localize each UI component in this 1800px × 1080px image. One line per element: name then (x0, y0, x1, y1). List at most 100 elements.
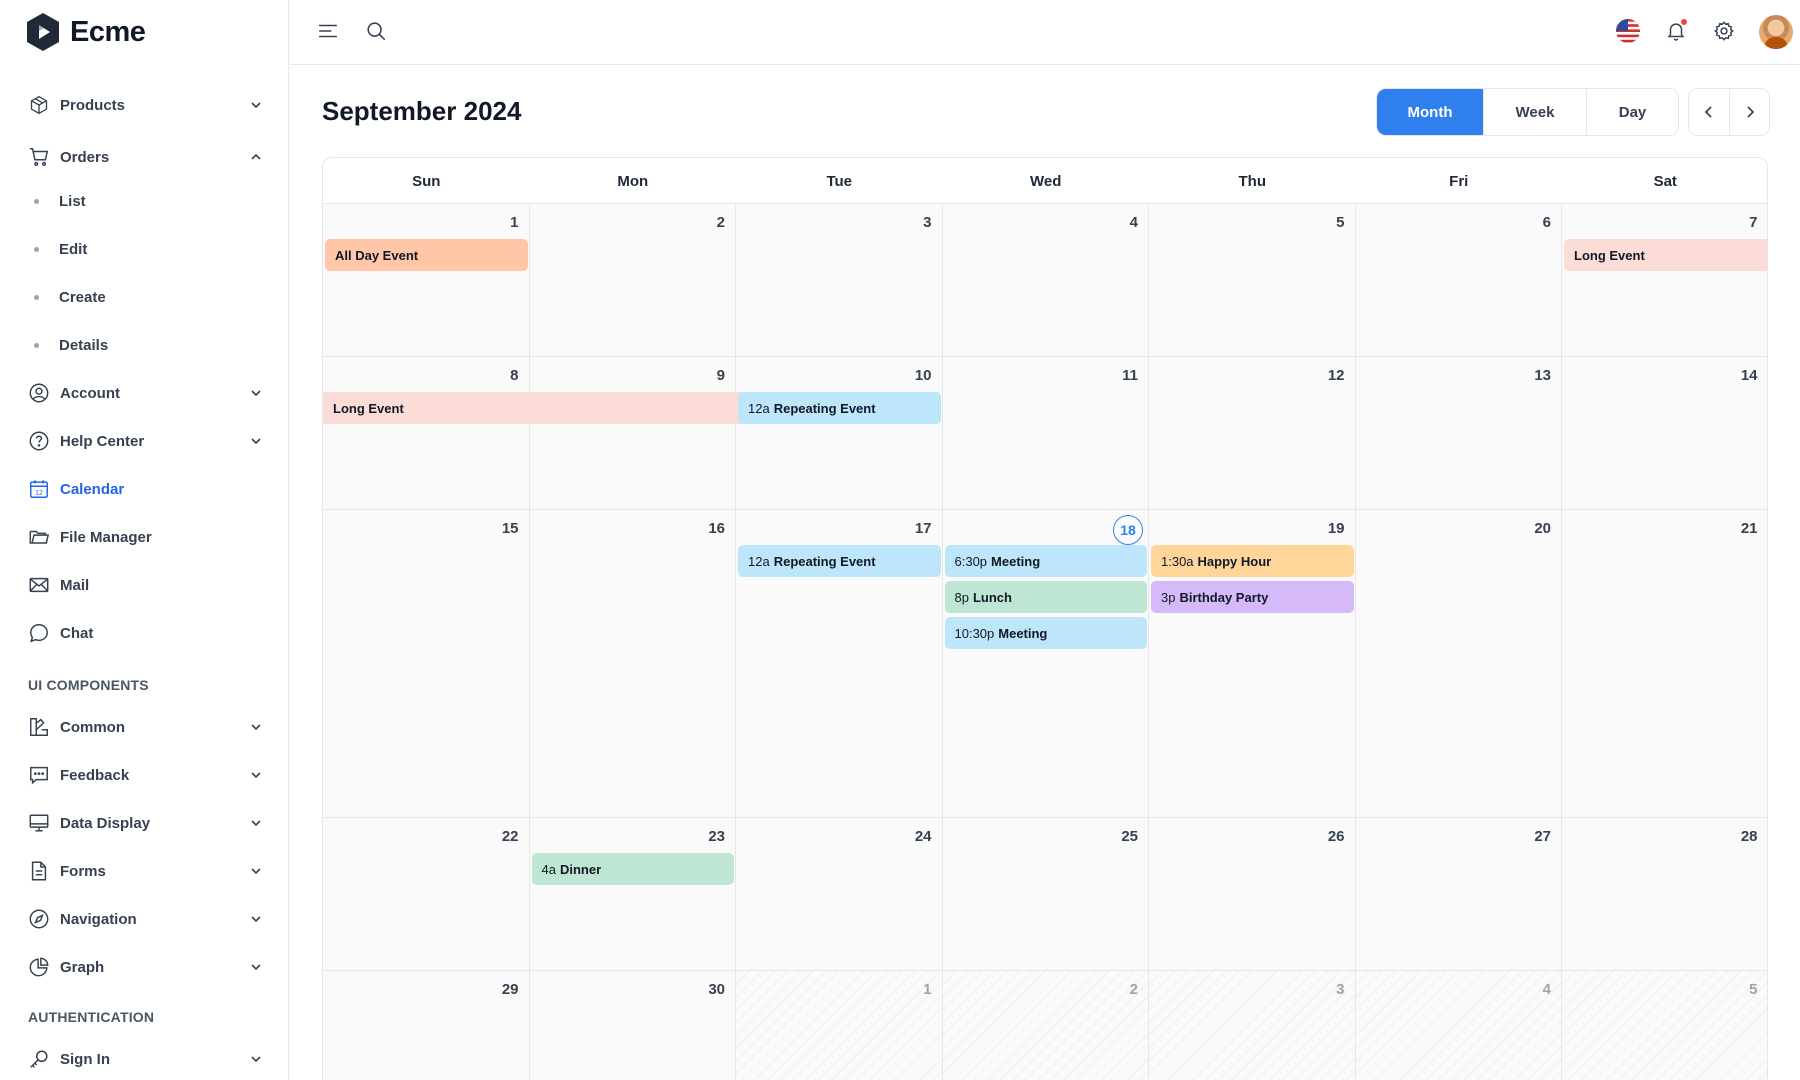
day-cell[interactable]: 28 (1562, 818, 1767, 971)
calendar-event[interactable]: All Day Event (325, 239, 528, 271)
sidebar-item-orders[interactable]: Orders (28, 139, 264, 175)
date-number[interactable]: 8 (510, 367, 518, 384)
sidebar-item-account[interactable]: Account (28, 375, 264, 411)
date-number[interactable]: 15 (502, 520, 519, 537)
date-number[interactable]: 4 (1130, 214, 1138, 231)
date-number[interactable]: 10 (915, 367, 932, 384)
date-number[interactable]: 14 (1741, 367, 1758, 384)
day-cell[interactable]: 1 (323, 204, 530, 357)
avatar[interactable] (1759, 15, 1793, 49)
prev-month-button[interactable] (1689, 89, 1729, 135)
day-cell[interactable]: 2 (942, 971, 1149, 1080)
sidebar-item-calendar[interactable]: 12 Calendar (28, 471, 264, 507)
date-number[interactable]: 20 (1534, 520, 1551, 537)
date-number[interactable]: 30 (708, 981, 725, 998)
day-cell[interactable]: 5 (1562, 971, 1767, 1080)
calendar-event[interactable]: 6:30p Meeting (944, 545, 1147, 577)
sidebar-item-mail[interactable]: Mail (28, 567, 264, 603)
day-cell[interactable]: 1 (736, 971, 943, 1080)
day-cell[interactable]: 10 (736, 357, 943, 510)
calendar-event[interactable]: 12a Repeating Event (738, 545, 941, 577)
day-cell[interactable]: 6 (1355, 204, 1562, 357)
day-cell[interactable]: 23 (529, 818, 736, 971)
date-number[interactable]: 5 (1749, 981, 1757, 998)
date-number[interactable]: 2 (717, 214, 725, 231)
date-number[interactable]: 17 (915, 520, 932, 537)
day-cell[interactable]: 7 (1562, 204, 1767, 357)
sidebar-item-common[interactable]: Common (28, 709, 264, 745)
search-icon[interactable] (363, 18, 389, 44)
calendar-event[interactable]: 1:30a Happy Hour (1151, 545, 1354, 577)
day-cell[interactable]: 3 (736, 204, 943, 357)
sidebar-item-graph[interactable]: Graph (28, 949, 264, 985)
date-number[interactable]: 11 (1122, 367, 1138, 384)
date-number[interactable]: 22 (502, 828, 519, 845)
calendar-event[interactable]: 3p Birthday Party (1151, 581, 1354, 613)
sidebar-item-help-center[interactable]: Help Center (28, 423, 264, 459)
date-number[interactable]: 6 (1543, 214, 1551, 231)
next-month-button[interactable] (1729, 89, 1769, 135)
day-cell[interactable]: 12 (1149, 357, 1356, 510)
sidebar-subitem-edit[interactable]: Edit (34, 233, 254, 265)
sidebar-item-feedback[interactable]: Feedback (28, 757, 264, 793)
sidebar-item-file-manager[interactable]: File Manager (28, 519, 264, 555)
date-number[interactable]: 13 (1534, 367, 1551, 384)
day-cell[interactable]: 9 (529, 357, 736, 510)
day-cell[interactable]: 29 (323, 971, 530, 1080)
date-number[interactable]: 26 (1328, 828, 1345, 845)
date-number[interactable]: 1 (510, 214, 518, 231)
day-cell[interactable]: 21 (1562, 510, 1767, 818)
day-cell[interactable]: 14 (1562, 357, 1767, 510)
date-number[interactable]: 5 (1336, 214, 1344, 231)
day-cell[interactable]: 27 (1355, 818, 1562, 971)
today-date-number[interactable]: 18 (1113, 515, 1143, 545)
date-number[interactable]: 2 (1130, 981, 1138, 998)
brand-logo[interactable]: Ecme (24, 12, 146, 52)
day-cell[interactable]: 16 (529, 510, 736, 818)
sidebar-item-data-display[interactable]: Data Display (28, 805, 264, 841)
bell-icon[interactable] (1663, 18, 1689, 44)
date-number[interactable]: 23 (708, 828, 725, 845)
date-number[interactable]: 27 (1534, 828, 1551, 845)
menu-icon[interactable] (315, 18, 341, 44)
gear-icon[interactable] (1711, 18, 1737, 44)
date-number[interactable]: 7 (1749, 214, 1757, 231)
day-cell[interactable]: 20 (1355, 510, 1562, 818)
sidebar-item-chat[interactable]: Chat (28, 615, 264, 651)
sidebar-item-sign-in[interactable]: Sign In (28, 1041, 264, 1077)
day-cell[interactable]: 30 (529, 971, 736, 1080)
date-number[interactable]: 3 (1336, 981, 1344, 998)
date-number[interactable]: 28 (1741, 828, 1758, 845)
day-cell[interactable]: 22 (323, 818, 530, 971)
sidebar-item-forms[interactable]: Forms (28, 853, 264, 889)
day-cell[interactable]: 3 (1149, 971, 1356, 1080)
sidebar-subitem-create[interactable]: Create (34, 281, 254, 313)
sidebar-subitem-list[interactable]: List (34, 185, 254, 217)
day-cell[interactable]: 25 (942, 818, 1149, 971)
date-number[interactable]: 9 (717, 367, 725, 384)
sidebar-subitem-details[interactable]: Details (34, 329, 254, 361)
calendar-event[interactable]: 4a Dinner (531, 853, 734, 885)
day-cell[interactable]: 13 (1355, 357, 1562, 510)
calendar-event[interactable]: 10:30p Meeting (944, 617, 1147, 649)
date-number[interactable]: 19 (1328, 520, 1345, 537)
calendar-event[interactable]: 8p Lunch (944, 581, 1147, 613)
day-cell[interactable]: 15 (323, 510, 530, 818)
view-week-button[interactable]: Week (1484, 89, 1587, 135)
day-cell[interactable]: 4 (1355, 971, 1562, 1080)
calendar-event[interactable]: 12a Repeating Event (738, 392, 941, 424)
date-number[interactable]: 12 (1328, 367, 1345, 384)
us-flag-icon[interactable] (1615, 18, 1641, 44)
day-cell[interactable]: 24 (736, 818, 943, 971)
view-month-button[interactable]: Month (1377, 89, 1484, 135)
day-cell[interactable]: 2 (529, 204, 736, 357)
day-cell[interactable]: 8 (323, 357, 530, 510)
date-number[interactable]: 25 (1121, 828, 1138, 845)
day-cell[interactable]: 4 (942, 204, 1149, 357)
day-cell[interactable]: 5 (1149, 204, 1356, 357)
date-number[interactable]: 24 (915, 828, 932, 845)
view-day-button[interactable]: Day (1587, 89, 1678, 135)
date-number[interactable]: 1 (923, 981, 931, 998)
date-number[interactable]: 4 (1543, 981, 1551, 998)
day-cell[interactable]: 26 (1149, 818, 1356, 971)
